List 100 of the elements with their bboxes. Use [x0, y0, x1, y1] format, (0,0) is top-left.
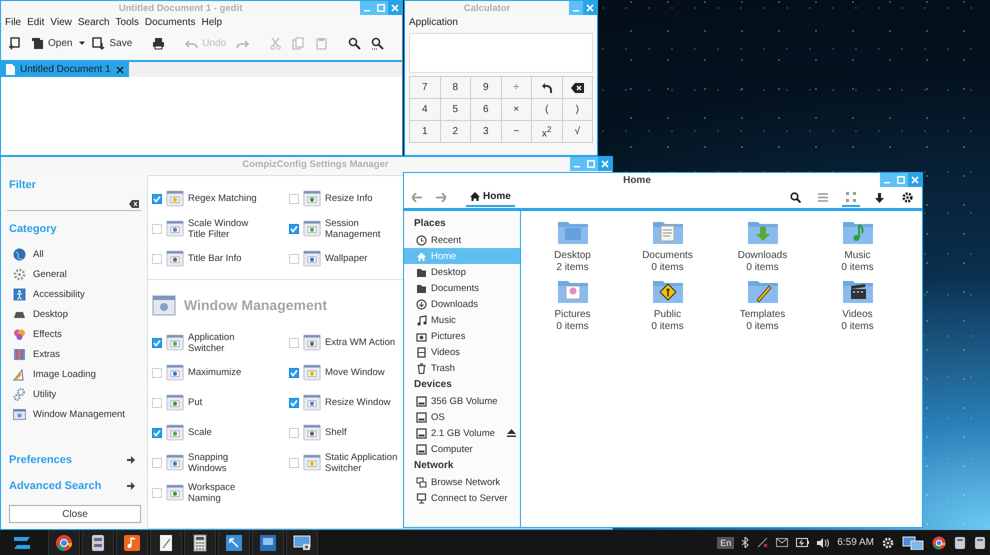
- taskbar-app-button[interactable]: [184, 530, 216, 555]
- maximize-button[interactable]: [374, 1, 388, 15]
- plugin-label[interactable]: Put: [188, 397, 202, 408]
- save-button[interactable]: Save: [89, 34, 136, 52]
- plugin-label[interactable]: Move Window: [325, 367, 385, 378]
- network-disconnected-icon[interactable]: [757, 537, 768, 548]
- sidebar-item[interactable]: Computer: [404, 441, 520, 457]
- category-item[interactable]: General: [9, 264, 141, 284]
- document-tab[interactable]: Untitled Document 1: [1, 62, 129, 77]
- sidebar-item[interactable]: Videos: [404, 344, 520, 360]
- keyboard-layout-indicator[interactable]: En: [717, 536, 734, 548]
- folder-item[interactable]: Public 0 items: [620, 278, 715, 337]
- checkbox[interactable]: [289, 458, 299, 468]
- calculator-key[interactable]: (: [532, 99, 562, 121]
- mail-icon[interactable]: [776, 538, 788, 547]
- calculator-key[interactable]: −: [502, 121, 532, 143]
- calculator-key[interactable]: 2: [440, 121, 471, 143]
- checkbox[interactable]: [289, 194, 299, 204]
- filter-field[interactable]: [7, 197, 141, 211]
- calculator-key[interactable]: 8: [440, 77, 471, 99]
- plugin-label[interactable]: Shelf: [325, 427, 347, 438]
- checkbox[interactable]: [289, 368, 299, 378]
- minimize-button[interactable]: [569, 1, 583, 15]
- plugin-label[interactable]: Title Bar Info: [188, 253, 242, 264]
- checkbox[interactable]: [289, 428, 299, 438]
- caret-icon[interactable]: [79, 40, 86, 46]
- plugin-label[interactable]: Wallpaper: [325, 253, 368, 264]
- calculator-key[interactable]: 1: [410, 121, 440, 143]
- taskbar-app-button[interactable]: [150, 530, 182, 555]
- gear-icon[interactable]: [882, 536, 894, 548]
- calculator-key[interactable]: ): [562, 99, 593, 121]
- checkbox[interactable]: [289, 224, 299, 234]
- folder-item[interactable]: Documents 0 items: [620, 219, 715, 278]
- folder-item[interactable]: Desktop 2 items: [525, 219, 620, 278]
- plugin-label[interactable]: Extra WM Action: [325, 337, 396, 348]
- menu-item[interactable]: Help: [201, 16, 222, 29]
- menu-item[interactable]: View: [50, 16, 72, 29]
- plugin-label[interactable]: Resize Info: [325, 193, 373, 204]
- plugin-label[interactable]: Application Switcher: [188, 332, 264, 354]
- menu-item[interactable]: Edit: [27, 16, 44, 29]
- maximize-button[interactable]: [894, 173, 908, 187]
- checkbox[interactable]: [152, 368, 162, 378]
- menu-item[interactable]: Tools: [116, 16, 139, 29]
- plugin-label[interactable]: Static Application Switcher: [325, 452, 401, 474]
- checkbox[interactable]: [152, 398, 162, 408]
- close-button[interactable]: [388, 1, 402, 15]
- battery-icon[interactable]: [796, 538, 810, 547]
- maximize-button[interactable]: [584, 157, 598, 171]
- minimize-button[interactable]: [360, 1, 374, 15]
- clear-icon[interactable]: [129, 200, 139, 208]
- category-item[interactable]: Window Management: [9, 404, 141, 424]
- calculator-key[interactable]: 4: [410, 99, 440, 121]
- menu-item[interactable]: Search: [78, 16, 110, 29]
- sidebar-item[interactable]: Browse Network: [404, 474, 520, 490]
- calculator-key[interactable]: ×: [502, 99, 532, 121]
- sidebar-item[interactable]: Documents: [404, 280, 520, 296]
- taskbar-app-button[interactable]: [116, 530, 148, 555]
- plugin-label[interactable]: Regex Matching: [188, 193, 257, 204]
- folder-item[interactable]: Videos 0 items: [810, 278, 905, 337]
- category-item[interactable]: Utility: [9, 384, 141, 404]
- folder-item[interactable]: Pictures 0 items: [525, 278, 620, 337]
- close-button[interactable]: [583, 1, 597, 15]
- plugin-label[interactable]: Session Management: [325, 218, 401, 240]
- sidebar-item[interactable]: Desktop: [404, 264, 520, 280]
- menu-item[interactable]: Documents: [144, 16, 196, 29]
- close-button[interactable]: [908, 173, 922, 187]
- sidebar-item[interactable]: Downloads: [404, 296, 520, 312]
- calculator-key[interactable]: √: [562, 121, 593, 143]
- sidebar-item[interactable]: Recent: [404, 232, 520, 248]
- plugin-label[interactable]: Maximumize: [188, 367, 242, 378]
- category-item[interactable]: Extras: [9, 344, 141, 364]
- menu-item[interactable]: Application: [409, 16, 458, 29]
- checkbox[interactable]: [152, 338, 162, 348]
- close-button[interactable]: [598, 157, 612, 171]
- checkbox[interactable]: [289, 254, 299, 264]
- back-button[interactable]: [410, 190, 424, 204]
- calculator-key[interactable]: x$^{2}$: [532, 121, 562, 143]
- minimize-button[interactable]: [570, 157, 584, 171]
- plugin-label[interactable]: Scale: [188, 427, 212, 438]
- folder-item[interactable]: Templates 0 items: [715, 278, 810, 337]
- open-button[interactable]: Open: [28, 34, 76, 52]
- checkbox[interactable]: [152, 224, 162, 234]
- checkbox[interactable]: [289, 338, 299, 348]
- checkbox[interactable]: [152, 488, 162, 498]
- eject-icon[interactable]: [507, 429, 516, 437]
- sidebar-item[interactable]: Pictures: [404, 328, 520, 344]
- folder-item[interactable]: Music 0 items: [810, 219, 905, 278]
- sidebar-item[interactable]: 2.1 GB Volume: [404, 425, 520, 441]
- calculator-key[interactable]: 6: [471, 99, 502, 121]
- menu-item[interactable]: File: [5, 16, 22, 29]
- sidebar-item[interactable]: OS: [404, 409, 520, 425]
- sidebar-item[interactable]: Music: [404, 312, 520, 328]
- volume-icon[interactable]: [817, 538, 830, 548]
- sidebar-item[interactable]: Trash: [404, 360, 520, 376]
- close-button[interactable]: Close: [9, 505, 141, 523]
- checkbox[interactable]: [152, 428, 162, 438]
- calculator-key[interactable]: ÷: [502, 77, 532, 99]
- browser-tray-icon[interactable]: [932, 536, 946, 550]
- calculator-key[interactable]: 3: [471, 121, 502, 143]
- plugin-label[interactable]: Scale Window Title Filter: [188, 218, 264, 240]
